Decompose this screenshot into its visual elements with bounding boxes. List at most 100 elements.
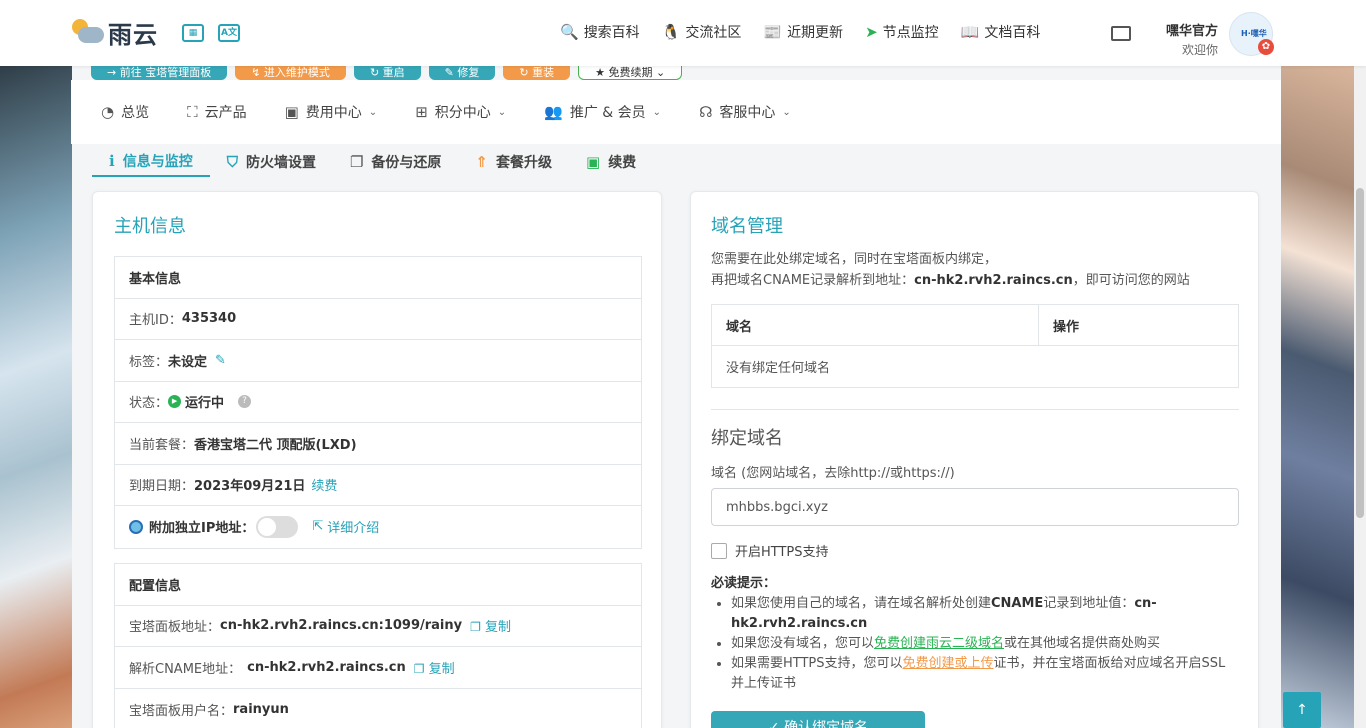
free-cert-link[interactable]: 免费创建或上传: [903, 656, 994, 671]
free-subdomain-link[interactable]: 免费创建雨云二级域名: [874, 636, 1004, 651]
ip-detail-link[interactable]: 详细介绍: [327, 517, 379, 536]
confirm-bind-button[interactable]: ✓ 确认绑定域名: [711, 711, 925, 728]
host-info-card: 主机信息 基本信息 主机ID： 435340 标签： 未设定 ✎ 状态： ▶ 运行中? 当…: [92, 191, 662, 728]
nav-points[interactable]: ⊞ 积分中心 ⌄: [415, 102, 506, 122]
tip-item: 如果需要HTTPS支持，您可以免费创建或上传证书，并在宝塔面板给对应域名开启SS…: [731, 654, 1231, 694]
topnav-search[interactable]: 🔍 搜索百科: [560, 22, 640, 42]
tab-label: 备份与还原: [371, 154, 442, 171]
topnav-label: 交流社区: [685, 25, 742, 41]
tab-label: 防火墙设置: [245, 154, 316, 171]
panel-user-value: rainyun: [233, 701, 289, 717]
note-address: cn-hk2.rvh2.raincs.cn: [914, 273, 1073, 288]
nav-products[interactable]: ⛶ 云产品: [187, 102, 247, 122]
settings-badge-icon: ✿: [1258, 39, 1274, 55]
server-tabs: ℹ 信息与监控 ⛉ 防火墙设置 ❐ 备份与还原 ⇑ 套餐升级 ▣ 续费: [92, 146, 653, 177]
main-nav: ◔ 总览 ⛶ 云产品 ▣ 费用中心 ⌄ ⊞ 积分中心 ⌄ 👥 推广 & 会员 ⌄ ☊ 客服中心 ⌄: [71, 80, 1281, 144]
https-checkbox[interactable]: 开启HTTPS支持: [711, 541, 829, 560]
help-icon[interactable]: ?: [238, 395, 252, 409]
nav-billing[interactable]: ▣ 费用中心 ⌄: [285, 102, 378, 122]
tips-list: 如果您使用自己的域名，请在域名解析处创建CNAME记录到地址值：cn-hk2.r…: [731, 594, 1231, 694]
domain-note-line2: 再把域名CNAME记录解析到地址：cn-hk2.rvh2.raincs.cn，即…: [711, 270, 1190, 291]
repair-button[interactable]: ✎ 修复: [428, 66, 496, 80]
tab-renew[interactable]: ▣ 续费: [569, 146, 653, 177]
top-nav: 🔍 搜索百科 🐧 交流社区 📰 近期更新 ➤ 节点监控 📖 文档百科: [560, 22, 1040, 42]
edit-icon[interactable]: ✎: [215, 353, 226, 368]
avatar[interactable]: H·嘿华 ✿: [1229, 12, 1274, 56]
nav-referral[interactable]: 👥 推广 & 会员 ⌄: [544, 102, 661, 122]
copy-button[interactable]: ❐ 复制: [414, 658, 455, 677]
news-icon: 📰: [763, 23, 783, 41]
nav-label: 积分中心: [434, 105, 491, 121]
tag-row: 标签： 未设定 ✎: [115, 340, 641, 382]
nav-label: 费用中心: [305, 105, 362, 121]
topnav-label: 搜索百科: [583, 25, 640, 41]
tip-item: 如果您没有域名，您可以免费创建雨云二级域名或在其他域名提供商处购买: [731, 634, 1231, 654]
domain-table: 域名 操作 没有绑定任何域名: [711, 304, 1239, 388]
cname-row: 解析CNAME地址： cn-hk2.rvh2.raincs.cn ❐ 复制: [115, 647, 641, 689]
expire-label: 到期日期：: [129, 479, 195, 495]
open-panel-button[interactable]: → 前往 宝塔管理面板: [91, 66, 228, 80]
send-icon: ➤: [865, 23, 878, 41]
money-icon: ▣: [284, 103, 299, 121]
config-info-header: 配置信息: [115, 564, 641, 606]
tab-firewall[interactable]: ⛉ 防火墙设置: [210, 146, 333, 177]
domain-card: 域名管理 您需要在此处绑定域名，同时在宝塔面板内绑定， 再把域名CNAME记录解…: [690, 191, 1259, 728]
scrollbar-thumb[interactable]: [1356, 188, 1364, 518]
brand-logo[interactable]: 雨云: [70, 15, 158, 50]
tip2-suffix: 或在其他域名提供商处购买: [1004, 636, 1161, 651]
renew-link[interactable]: 续费: [311, 475, 337, 494]
tag-value: 未设定: [168, 354, 208, 370]
tab-backup[interactable]: ❐ 备份与还原: [333, 146, 458, 177]
tab-upgrade[interactable]: ⇑ 套餐升级: [458, 146, 569, 177]
domain-input[interactable]: [711, 488, 1239, 526]
topnav-docs[interactable]: 📖 文档百科: [961, 22, 1041, 42]
cname-value: cn-hk2.rvh2.raincs.cn: [247, 659, 406, 675]
divider: [711, 409, 1239, 410]
domain-empty-row: 没有绑定任何域名: [712, 346, 1238, 387]
chevron-down-icon: ⌄: [652, 106, 662, 118]
copy-button[interactable]: ❐ 复制: [470, 616, 511, 635]
note-suffix: ，即可访问您的网站: [1072, 273, 1190, 288]
topnav-monitor[interactable]: ➤ 节点监控: [865, 22, 939, 42]
tip2-prefix: 如果您没有域名，您可以: [731, 636, 875, 651]
nav-overview[interactable]: ◔ 总览: [101, 102, 149, 122]
status-value: 运行中: [185, 396, 225, 412]
chevron-down-icon: ⌄: [497, 106, 507, 118]
reinstall-button[interactable]: ↻ 重装: [503, 66, 571, 80]
panel-address-row: 宝塔面板地址： cn-hk2.rvh2.raincs.cn:1099/rainy ❐…: [115, 606, 641, 647]
copy-icon: ❐: [349, 152, 364, 171]
topnav-community[interactable]: 🐧 交流社区: [662, 22, 742, 42]
basic-info-header: 基本信息: [115, 257, 641, 299]
free-renew-button[interactable]: ★ 免费续期 ⌄: [578, 66, 683, 80]
checkbox-box[interactable]: [711, 542, 727, 559]
topnav-updates[interactable]: 📰 近期更新: [763, 22, 843, 42]
back-to-top-button[interactable]: ↑: [1283, 692, 1321, 728]
image-icon[interactable]: ▦: [182, 24, 204, 42]
maintenance-button[interactable]: ↯ 进入维护模式: [235, 66, 346, 80]
panel-user-row: 宝塔面板用户名： rainyun: [115, 689, 641, 728]
extra-ip-toggle[interactable]: [256, 515, 299, 538]
tips-title: 必读提示：: [711, 576, 777, 591]
extra-ip-row: 附加独立IP地址： ⇱ 详细介绍: [115, 506, 641, 548]
tip1-prefix: 如果您使用自己的域名，请在域名解析处创建: [731, 596, 992, 611]
nav-support[interactable]: ☊ 客服中心 ⌄: [699, 102, 791, 122]
tab-label: 信息与监控: [122, 153, 193, 170]
upgrade-icon: ⇑: [475, 152, 488, 171]
page-scrollbar[interactable]: [1354, 66, 1366, 728]
brand-name: 雨云: [108, 21, 158, 49]
mail-icon[interactable]: [1111, 26, 1131, 41]
dashboard-icon: ◔: [101, 103, 115, 121]
shield-icon: ⛉: [226, 152, 238, 171]
user-greeting[interactable]: 嘿华官方 欢迎你: [1160, 20, 1218, 58]
header-tools: ▦ A文: [182, 24, 240, 42]
translate-icon[interactable]: A文: [218, 24, 240, 42]
weather-logo-icon: [70, 17, 106, 49]
column-action: 操作: [1053, 319, 1080, 335]
tab-info[interactable]: ℹ 信息与监控: [92, 146, 210, 177]
server-actions: → 前往 宝塔管理面板 ↯ 进入维护模式 ↻ 重启 ✎ 修复 ↻ 重装 ★ 免费…: [91, 66, 683, 80]
host-id-value: 435340: [181, 311, 237, 327]
status-label: 状态：: [129, 396, 169, 412]
host-info-title: 主机信息: [114, 216, 186, 237]
restart-button[interactable]: ↻ 重启: [353, 66, 421, 80]
top-header: 雨云 ▦ A文 🔍 搜索百科 🐧 交流社区 📰 近期更新 ➤ 节点监控 📖 文档百科 嘿华…: [0, 0, 1366, 66]
